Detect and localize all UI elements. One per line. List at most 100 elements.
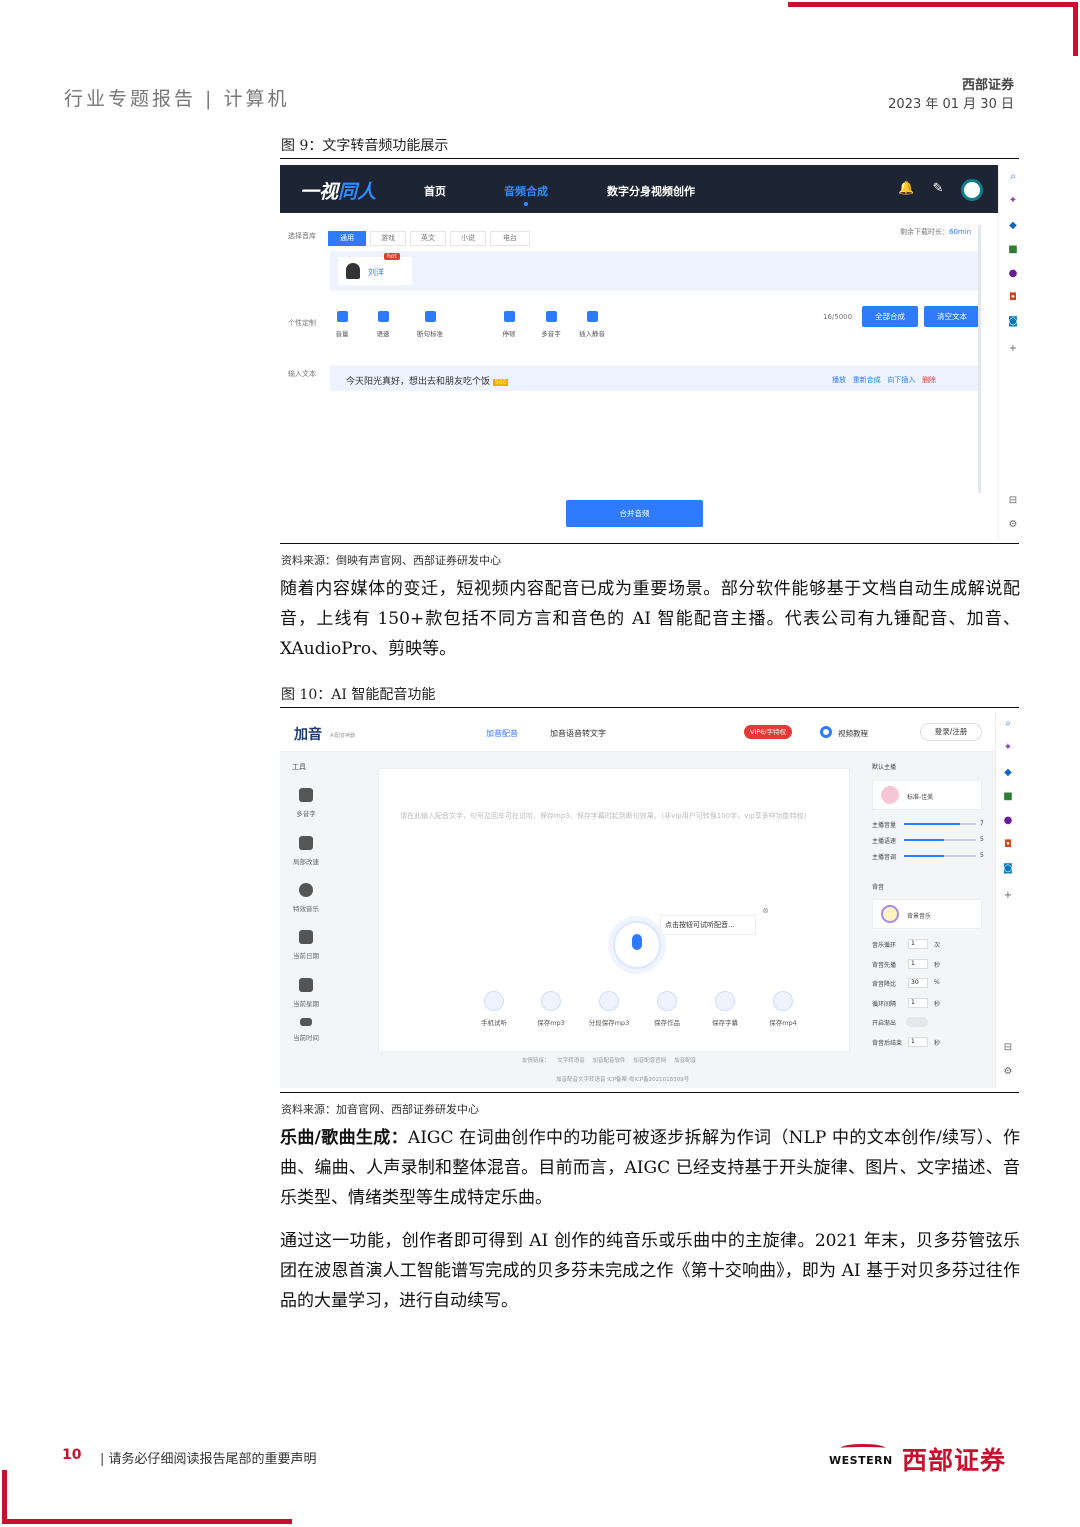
polyphone-icon — [545, 311, 557, 322]
anchor-card[interactable]: 标准-佳美 — [872, 780, 982, 810]
scrollbar[interactable] — [978, 225, 981, 493]
tool-polyphone[interactable]: 多音字 — [532, 311, 570, 338]
insert-below-link[interactable]: 向下插入 — [887, 376, 915, 384]
office-icon[interactable]: ◘ — [1007, 292, 1019, 304]
field-input[interactable]: 1 — [908, 939, 928, 949]
tab-novel[interactable]: 小说 — [450, 231, 486, 246]
sentence-icon — [424, 311, 436, 322]
video-tutorial-link[interactable]: 视频教程 — [838, 728, 868, 739]
tab-radio[interactable]: 电台 — [490, 231, 530, 246]
input-text[interactable]: 今天阳光真好，想出去和朋友吃个饭 500 — [346, 374, 509, 387]
outlook-icon[interactable]: ◙ — [1002, 863, 1014, 875]
page-number: 10 — [62, 1447, 82, 1463]
delete-link[interactable]: 删除 — [922, 376, 936, 384]
slider-track[interactable] — [904, 855, 976, 857]
search-icon[interactable]: ⌕ — [1002, 718, 1014, 730]
field-input[interactable]: 1 — [908, 958, 928, 969]
tool-current-weekday[interactable]: 当前星期 — [288, 978, 324, 1008]
layout-icon[interactable]: ⊟ — [1002, 1042, 1014, 1054]
add-icon[interactable]: + — [1007, 343, 1019, 355]
default-anchor-title: 默认主播 — [872, 764, 897, 771]
tab-games[interactable]: 游戏 — [370, 231, 406, 246]
play-link[interactable]: 播放 — [832, 376, 846, 384]
nav-dubbing[interactable]: 加音配音 — [486, 728, 518, 739]
tool-volume[interactable]: 音量 — [323, 311, 361, 338]
calendar-icon — [299, 930, 313, 944]
field-input[interactable]: 1 — [908, 997, 928, 1008]
tool-polyphone[interactable]: 多音字 — [288, 788, 324, 818]
tab-english[interactable]: 英文 — [410, 231, 446, 246]
fade-out-toggle[interactable] — [906, 1017, 928, 1027]
figure-10-caption: 图 10：AI 智能配音功能 — [281, 687, 436, 703]
tool-speed[interactable]: 语速 — [364, 311, 402, 338]
func-save-subtitles[interactable]: 保存字幕 — [700, 991, 750, 1027]
tooltip-close-icon[interactable]: ⊗ — [762, 906, 769, 915]
field-input[interactable]: 1 — [908, 1036, 928, 1047]
add-icon[interactable]: + — [1002, 890, 1014, 902]
microphone-button[interactable] — [613, 921, 661, 969]
anchor-avatar — [881, 786, 899, 804]
field-label: 音乐循环 — [872, 942, 897, 949]
nav-audio-synthesis[interactable]: 音频合成 — [504, 183, 548, 199]
tool-effect-music[interactable]: 特效音乐 — [288, 883, 324, 913]
func-phone-preview[interactable]: 手机试听 — [469, 991, 519, 1027]
func-save-segments-mp3[interactable]: 分段保存mp3 — [584, 991, 634, 1027]
background-music-card[interactable]: 背景音乐 — [872, 899, 982, 929]
func-save-mp4[interactable]: 保存mp4 — [758, 991, 808, 1027]
tool-current-time[interactable]: 当前时间 — [288, 1018, 324, 1042]
phone-icon — [484, 991, 504, 1011]
mp4-icon — [773, 991, 793, 1011]
nav-speech-to-text[interactable]: 加音语音转文字 — [550, 728, 606, 739]
voice-card[interactable]: 刘洋 hot — [338, 253, 412, 285]
tool-current-date[interactable]: 当前日期 — [288, 930, 324, 960]
func-save-mp3[interactable]: 保存mp3 — [526, 991, 576, 1027]
tool-sentence-break[interactable]: 断句标准 — [411, 311, 449, 338]
tool-insert-silence[interactable]: 插入静音 — [573, 311, 611, 338]
slider-value: 5 — [980, 836, 984, 843]
edit-icon[interactable]: ✎ — [930, 181, 946, 197]
vip-button[interactable]: VIP6/字特权 — [744, 725, 793, 739]
bell-icon[interactable]: 🔔 — [898, 181, 914, 197]
slider-track[interactable] — [904, 839, 976, 841]
field-input[interactable]: 30 — [908, 978, 928, 988]
app-logo: 加音 — [294, 727, 322, 743]
icp-record: 加音配音文字转语音 ICP备案:粤ICP备2021018309号 — [556, 1077, 690, 1083]
gear-icon[interactable]: ⚙ — [1007, 519, 1019, 531]
tag-icon[interactable]: ◆ — [1002, 767, 1014, 779]
field-label: 背音降比 — [872, 981, 897, 988]
user-avatar[interactable] — [961, 179, 983, 201]
gear-icon[interactable]: ⚙ — [1002, 1066, 1014, 1078]
tag-icon[interactable]: ◆ — [1007, 220, 1019, 232]
tool-local-speed[interactable]: 局部改速 — [288, 836, 324, 866]
office-icon[interactable]: ◘ — [1002, 839, 1014, 851]
login-button[interactable]: 登录/注册 — [920, 723, 982, 741]
tool-pause[interactable]: 停顿 — [490, 311, 528, 338]
list-icon — [599, 991, 619, 1011]
microphone-icon — [632, 934, 642, 950]
nav-home[interactable]: 首页 — [424, 183, 446, 199]
merge-audio-button[interactable]: 合并音频 — [566, 500, 703, 527]
resynth-link[interactable]: 重新合成 — [853, 376, 881, 384]
sparkle-icon[interactable]: ✦ — [1007, 195, 1019, 207]
paragraph-2-lead: 乐曲/歌曲生成： — [280, 1128, 408, 1148]
footer-disclaimer: | 请务必仔细阅读报告尾部的重要声明 — [100, 1452, 317, 1467]
video-tutorial-icon — [820, 726, 832, 738]
tab-general[interactable]: 通用 — [328, 231, 366, 246]
field-unit: 秒 — [934, 1000, 941, 1008]
western-logo-mark — [841, 1444, 885, 1452]
func-save-work[interactable]: 保存作品 — [642, 991, 692, 1027]
person-icon[interactable]: ● — [1002, 815, 1014, 827]
layout-icon[interactable]: ⊟ — [1007, 495, 1019, 507]
clear-text-button[interactable]: 清空文本 — [924, 306, 980, 327]
slider-value: 5 — [980, 852, 984, 859]
briefcase-icon[interactable]: ■ — [1007, 244, 1019, 256]
nav-digital-avatar[interactable]: 数字分身视频创作 — [607, 183, 695, 199]
person-icon[interactable]: ● — [1007, 268, 1019, 280]
sparkle-icon[interactable]: ✦ — [1002, 742, 1014, 754]
search-icon[interactable]: ⌕ — [1007, 171, 1019, 183]
app-logo-subtitle: AI配音神器 — [330, 733, 355, 739]
slider-track[interactable] — [904, 823, 976, 825]
briefcase-icon[interactable]: ■ — [1002, 791, 1014, 803]
merge-all-button[interactable]: 全部合成 — [862, 306, 918, 327]
outlook-icon[interactable]: ◙ — [1007, 316, 1019, 328]
